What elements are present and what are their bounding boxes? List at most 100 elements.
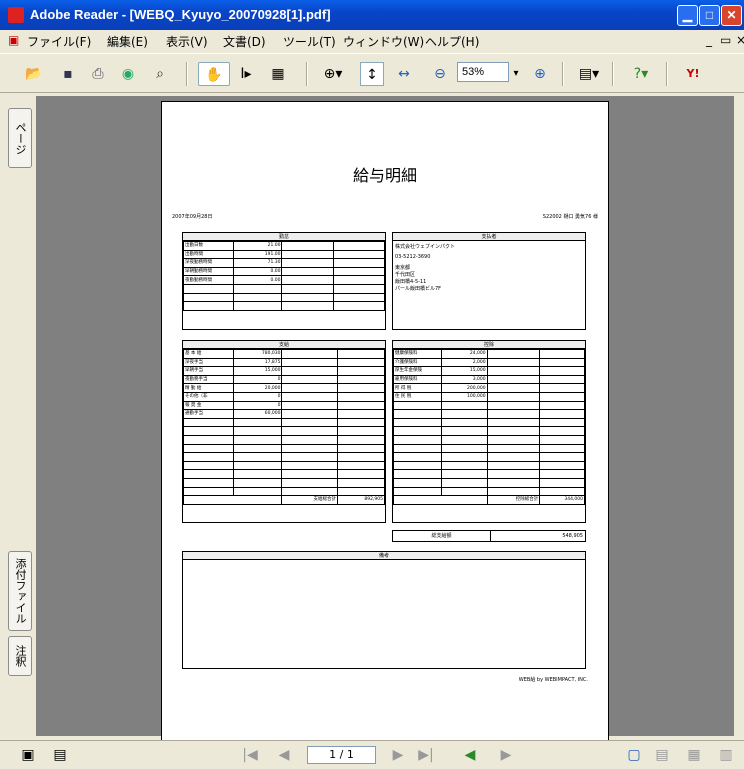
- row-cell: [486, 460, 541, 471]
- snapshot-icon[interactable]: ▦: [266, 62, 290, 86]
- row-label: [182, 460, 235, 471]
- row-cell: [486, 469, 541, 479]
- table-row: [393, 434, 585, 445]
- last-page-icon[interactable]: ▶|: [416, 743, 436, 767]
- single-page-layout-icon[interactable]: ▢: [624, 743, 644, 767]
- doc-date: 2007年09月28日: [172, 214, 213, 220]
- zoom-in-icon[interactable]: ⊕: [530, 62, 550, 86]
- table-row: [182, 486, 386, 497]
- back-icon[interactable]: ◀: [460, 743, 480, 767]
- zoom-dropdown-icon[interactable]: ▾: [509, 62, 523, 86]
- row-cell: [336, 409, 386, 419]
- first-page-icon[interactable]: |◀: [240, 743, 260, 767]
- doc-restore-icon[interactable]: ▭: [720, 33, 731, 47]
- minimize-button[interactable]: ▁: [677, 5, 698, 26]
- fit-width-icon[interactable]: ↔: [392, 62, 416, 86]
- row-cell: [486, 417, 541, 428]
- deduction-box: 控除 健康保険料 24,000 介護保険料 2,000 厚生年金保険 15,000 雇用保険…: [392, 340, 586, 523]
- row-value: [440, 452, 488, 462]
- help-icon[interactable]: ?▾: [624, 62, 658, 86]
- row-cell: [281, 434, 338, 445]
- row-value: [440, 426, 488, 436]
- table-row: [182, 434, 386, 445]
- row-cell: [332, 292, 386, 303]
- table-row: 通勤手当 60,000: [182, 409, 386, 419]
- doc-minimize-icon[interactable]: _: [706, 33, 712, 47]
- zoom-tool-icon[interactable]: ⊕▾: [318, 62, 348, 86]
- table-row: 夜勤勤務時間 0.00: [182, 275, 386, 285]
- page-number-input[interactable]: 1 / 1: [307, 746, 376, 764]
- doc-close-icon[interactable]: ×: [736, 33, 744, 47]
- close-button[interactable]: ✕: [721, 5, 742, 26]
- row-value: [440, 443, 488, 454]
- row-value: 24,000: [440, 349, 488, 359]
- maximize-button[interactable]: □: [699, 5, 720, 26]
- email-icon[interactable]: ◉: [116, 62, 140, 86]
- row-cell: [486, 383, 541, 393]
- row-cell: [336, 426, 386, 436]
- table-row: 所 得 税 200,000: [393, 383, 585, 393]
- row-cell: [281, 469, 338, 479]
- table-row: 早朝勤務時間 0.00: [182, 266, 386, 277]
- row-cell: [332, 275, 386, 285]
- row-label: [393, 400, 442, 411]
- payment-table: 基 本 給 780,030 深夜手当 17,875 早朝手当 15,000 夜勤務手当 0 精 …: [182, 349, 386, 505]
- row-cell: [281, 400, 338, 411]
- pdf-page: 給与明細 2007年09月28日 S22002 樋口 勇気76 様 勤怠 出勤日…: [161, 101, 609, 741]
- row-value: 191.00: [233, 249, 283, 260]
- table-row: [393, 469, 585, 479]
- zoom-out-icon[interactable]: ⊖: [430, 62, 450, 86]
- continuous-facing-icon[interactable]: ▥: [716, 743, 736, 767]
- tab-pages[interactable]: ページ: [8, 108, 32, 168]
- row-cell: [281, 391, 338, 402]
- table-row: 夜勤務手当 0: [182, 374, 386, 385]
- menu-tools[interactable]: ツール(T): [283, 33, 336, 50]
- row-value: 0.00: [233, 275, 283, 285]
- page-layout-icon[interactable]: ▤▾: [572, 62, 606, 86]
- row-cell: [486, 357, 541, 368]
- menu-view[interactable]: 表示(V): [166, 33, 208, 50]
- row-value: [233, 477, 283, 488]
- select-text-icon[interactable]: I▸: [234, 62, 258, 86]
- row-cell: [486, 409, 541, 419]
- row-cell: [486, 426, 541, 436]
- tab-attachments[interactable]: 添付ファイル: [8, 551, 32, 631]
- single-page-icon[interactable]: ▣: [18, 743, 38, 767]
- open-icon[interactable]: 📂: [22, 62, 46, 86]
- facing-layout-icon[interactable]: ▦: [684, 743, 704, 767]
- row-cell: [281, 452, 338, 462]
- menu-help[interactable]: ヘルプ(H): [425, 33, 479, 50]
- fit-page-icon[interactable]: ↕: [360, 62, 384, 86]
- payer-lines: 株式会社ウェブインパクト 03-5212-3690 東京都 千代田区 飯田橋4-…: [393, 241, 585, 294]
- row-label: [393, 443, 442, 454]
- search-icon[interactable]: ⌕: [148, 62, 172, 86]
- yahoo-icon[interactable]: Y!: [676, 62, 710, 86]
- menu-document[interactable]: 文書(D): [223, 33, 266, 50]
- vertical-scrollbar[interactable]: [734, 96, 744, 736]
- continuous-icon[interactable]: ▤: [50, 743, 70, 767]
- hand-tool-icon[interactable]: ✋: [198, 62, 230, 86]
- row-cell: [281, 357, 338, 368]
- net-pay-box: 総支給額 548,905: [392, 530, 586, 542]
- tab-comments[interactable]: 注釈: [8, 636, 32, 676]
- row-cell: [539, 477, 585, 488]
- row-cell: [281, 258, 334, 268]
- prev-page-icon[interactable]: ◀: [274, 743, 294, 767]
- row-label: 深夜勤務時間: [182, 258, 235, 268]
- row-label: [393, 460, 442, 471]
- zoom-input[interactable]: 53%: [457, 62, 509, 82]
- menu-file[interactable]: ファイル(F): [27, 33, 91, 50]
- row-label: 報 奨 金: [182, 400, 235, 411]
- doc-icon: ▣: [8, 33, 20, 47]
- save-icon[interactable]: ▪: [56, 62, 80, 86]
- table-row: [182, 283, 386, 294]
- forward-icon[interactable]: ▶: [496, 743, 516, 767]
- next-page-icon[interactable]: ▶: [388, 743, 408, 767]
- row-cell: [281, 374, 338, 385]
- menu-edit[interactable]: 編集(E): [107, 33, 148, 50]
- print-icon[interactable]: ⎙: [86, 62, 110, 86]
- continuous-layout-icon[interactable]: ▤: [652, 743, 672, 767]
- menu-window[interactable]: ウィンドウ(W): [343, 33, 424, 50]
- table-row: [182, 417, 386, 428]
- total-value: 892,905: [336, 495, 386, 505]
